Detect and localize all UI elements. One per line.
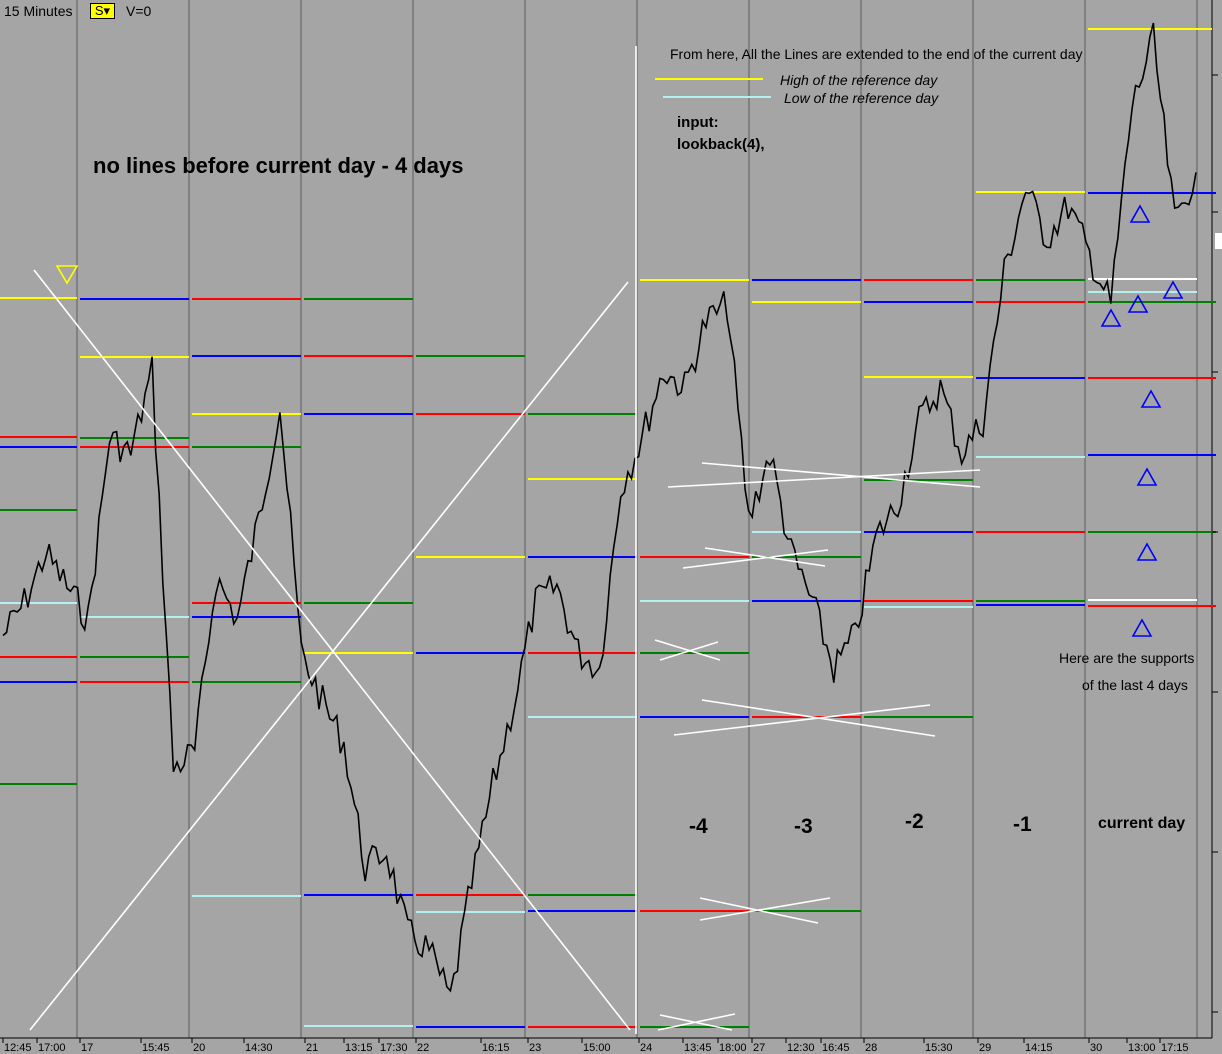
x-tick-label: 16:15 bbox=[482, 1042, 510, 1054]
x-tick-label: 12:30 bbox=[787, 1042, 815, 1054]
x-tick-label: 23 bbox=[529, 1042, 541, 1054]
support-marker-icon bbox=[1162, 280, 1184, 299]
x-tick-label: 17:15 bbox=[1161, 1042, 1189, 1054]
day-label-minus-3: -3 bbox=[794, 815, 813, 838]
annotation-no-lines: no lines before current day - 4 days bbox=[93, 153, 464, 178]
supports-note-line2: of the last 4 days bbox=[1082, 677, 1188, 693]
x-tick-label: 20 bbox=[193, 1042, 205, 1054]
support-markers bbox=[55, 204, 1184, 637]
x-tick-label: 15:45 bbox=[142, 1042, 170, 1054]
x-tick-label: 24 bbox=[640, 1042, 652, 1054]
x-tick-label: 15:30 bbox=[925, 1042, 953, 1054]
x-tick-label: 21 bbox=[306, 1042, 318, 1054]
x-tick-label: 27 bbox=[753, 1042, 765, 1054]
x-tick-label: 14:30 bbox=[245, 1042, 273, 1054]
drawing-line bbox=[654, 639, 721, 661]
drawing-line bbox=[682, 549, 829, 569]
x-tick-label: 17:30 bbox=[380, 1042, 408, 1054]
x-tick-label: 18:00 bbox=[719, 1042, 747, 1054]
time-axis: 12:45 17:00 17 15:45 20 14:30 21 13:15 17:30 22 16… bbox=[2, 74, 1222, 1054]
support-marker-icon bbox=[1127, 294, 1149, 313]
x-tick-label: 13:00 bbox=[1128, 1042, 1156, 1054]
day-label-minus-2: -2 bbox=[905, 810, 924, 833]
drawing-line bbox=[673, 704, 931, 736]
x-tick-label: 14:15 bbox=[1025, 1042, 1053, 1054]
style-dropdown-button[interactable]: S▾ bbox=[90, 3, 115, 19]
legend-high-label: High of the reference day bbox=[780, 72, 938, 88]
supports-note-line1: Here are the supports bbox=[1059, 650, 1195, 666]
timeframe-label: 15 Minutes bbox=[4, 3, 73, 19]
x-tick-label: 12:45 bbox=[4, 1042, 32, 1054]
volume-label: V=0 bbox=[126, 3, 152, 19]
x-tick-label: 22 bbox=[417, 1042, 429, 1054]
day-label-minus-4: -4 bbox=[689, 815, 708, 838]
day-label-minus-1: -1 bbox=[1013, 813, 1032, 836]
x-tick-label: 17:00 bbox=[38, 1042, 66, 1054]
support-marker-icon bbox=[1136, 467, 1158, 486]
support-marker-icon bbox=[1140, 389, 1162, 408]
support-marker-icon bbox=[1129, 204, 1151, 223]
x-tick-label: 15:00 bbox=[583, 1042, 611, 1054]
x-tick-label: 30 bbox=[1090, 1042, 1102, 1054]
support-marker-icon bbox=[1136, 542, 1158, 561]
drawing-line bbox=[33, 269, 631, 1031]
drawing-lines bbox=[29, 46, 981, 1034]
top-marker-icon bbox=[55, 265, 79, 285]
x-tick-label: 28 bbox=[865, 1042, 877, 1054]
input-value: lookback(4), bbox=[677, 136, 765, 153]
x-tick-label: 13:15 bbox=[345, 1042, 373, 1054]
price-marker bbox=[1215, 233, 1222, 249]
drawing-line bbox=[699, 897, 831, 921]
x-tick-label: 29 bbox=[979, 1042, 991, 1054]
input-label: input: bbox=[677, 114, 719, 131]
legend-low-label: Low of the reference day bbox=[784, 90, 939, 106]
day-label-current: current day bbox=[1098, 815, 1186, 832]
annotation-extended: From here, All the Lines are extended to… bbox=[670, 46, 1083, 62]
x-tick-label: 16:45 bbox=[822, 1042, 850, 1054]
drawing-line bbox=[667, 469, 981, 488]
support-marker-icon bbox=[1131, 618, 1153, 637]
support-marker-icon bbox=[1100, 308, 1122, 327]
x-tick-label: 17 bbox=[81, 1042, 93, 1054]
x-tick-label: 13:45 bbox=[684, 1042, 712, 1054]
